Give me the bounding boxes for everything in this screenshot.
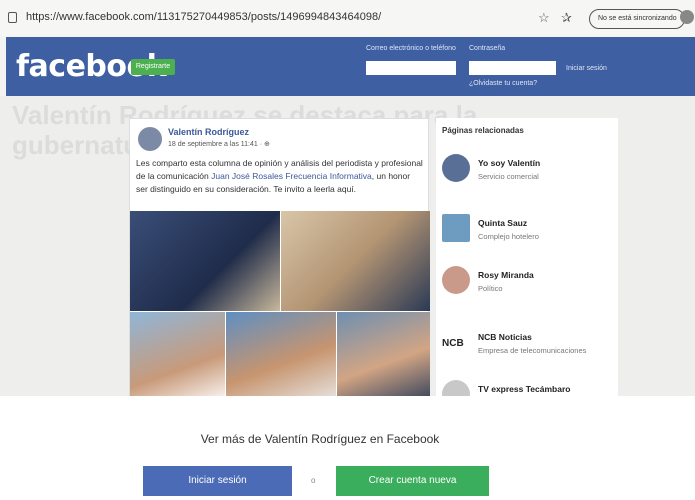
password-field[interactable]: [469, 61, 556, 75]
related-pages-heading: Páginas relacionadas: [442, 126, 524, 135]
login-link[interactable]: Iniciar sesión: [566, 65, 607, 72]
page-name: NCB Noticias: [478, 332, 532, 342]
post-photo-4[interactable]: [226, 312, 336, 404]
related-page-item[interactable]: Rosy Miranda Político: [442, 266, 618, 316]
related-page-item[interactable]: Yo soy Valentín Servicio comercial: [442, 154, 618, 204]
post-text: Les comparto esta columna de opinión y a…: [136, 157, 424, 196]
forgot-account-link[interactable]: ¿Olvidaste tu cuenta?: [469, 80, 537, 87]
password-label: Contraseña: [469, 45, 506, 52]
facebook-header: facebook Registrarte Correo electrónico …: [6, 37, 695, 96]
email-label: Correo electrónico o teléfono: [366, 45, 456, 52]
page-category: Complejo hotelero: [478, 232, 539, 241]
login-button[interactable]: Iniciar sesión: [143, 466, 292, 496]
favorites-bar-icon[interactable]: ✰: [561, 9, 572, 27]
post-card: Valentín Rodríguez 18 de septiembre a la…: [129, 118, 430, 404]
page-name: Quinta Sauz: [478, 218, 528, 228]
page-name: TV express Tecámbaro: [478, 384, 571, 394]
profile-avatar-icon[interactable]: [680, 10, 694, 24]
related-page-item[interactable]: Quinta Sauz Complejo hotelero: [442, 214, 618, 264]
post-date-text: 18 de septiembre a las 11:41 ·: [168, 141, 264, 148]
post-photo-5[interactable]: [337, 312, 430, 404]
post-photo-3[interactable]: [130, 312, 225, 404]
page-category: Empresa de telecomunicaciones: [478, 346, 587, 355]
login-prompt-banner: Ver más de Valentín Rodríguez en Faceboo…: [0, 396, 695, 500]
page-category: Político: [478, 284, 503, 293]
post-photo-1[interactable]: [130, 211, 280, 311]
page-name: Yo soy Valentín: [478, 158, 541, 168]
page-thumbnail: [442, 214, 470, 242]
login-prompt-title: Ver más de Valentín Rodríguez en Faceboo…: [200, 432, 440, 446]
email-field[interactable]: [366, 61, 456, 75]
page-category: Servicio comercial: [478, 172, 539, 181]
mention-link[interactable]: Juan José Rosales Frecuencia Informativa: [211, 171, 372, 181]
author-avatar[interactable]: [138, 127, 162, 151]
related-page-item[interactable]: NCB NCB Noticias Empresa de telecomunica…: [442, 328, 618, 378]
register-button[interactable]: Registrarte: [131, 59, 175, 75]
page-name: Rosy Miranda: [478, 270, 534, 280]
or-separator: o: [311, 476, 316, 485]
post-date[interactable]: 18 de septiembre a las 11:41 · ⊕: [168, 140, 270, 148]
ncb-logo: NCB: [442, 328, 470, 356]
related-pages-panel: Páginas relacionadas Yo soy Valentín Ser…: [436, 118, 618, 403]
lock-icon[interactable]: [8, 12, 17, 23]
create-account-button[interactable]: Crear cuenta nueva: [336, 466, 489, 496]
favorite-star-icon[interactable]: ☆: [538, 9, 550, 27]
browser-toolbar: https://www.facebook.com/113175270449853…: [0, 0, 695, 36]
address-bar[interactable]: https://www.facebook.com/113175270449853…: [26, 11, 381, 23]
page-thumbnail: [442, 154, 470, 182]
profile-sync-status[interactable]: No se está sincronizando: [589, 9, 685, 29]
globe-icon: ⊕: [263, 141, 270, 148]
page-thumbnail: [442, 266, 470, 294]
post-photo-2[interactable]: [281, 211, 430, 311]
post-author[interactable]: Valentín Rodríguez: [168, 127, 249, 137]
